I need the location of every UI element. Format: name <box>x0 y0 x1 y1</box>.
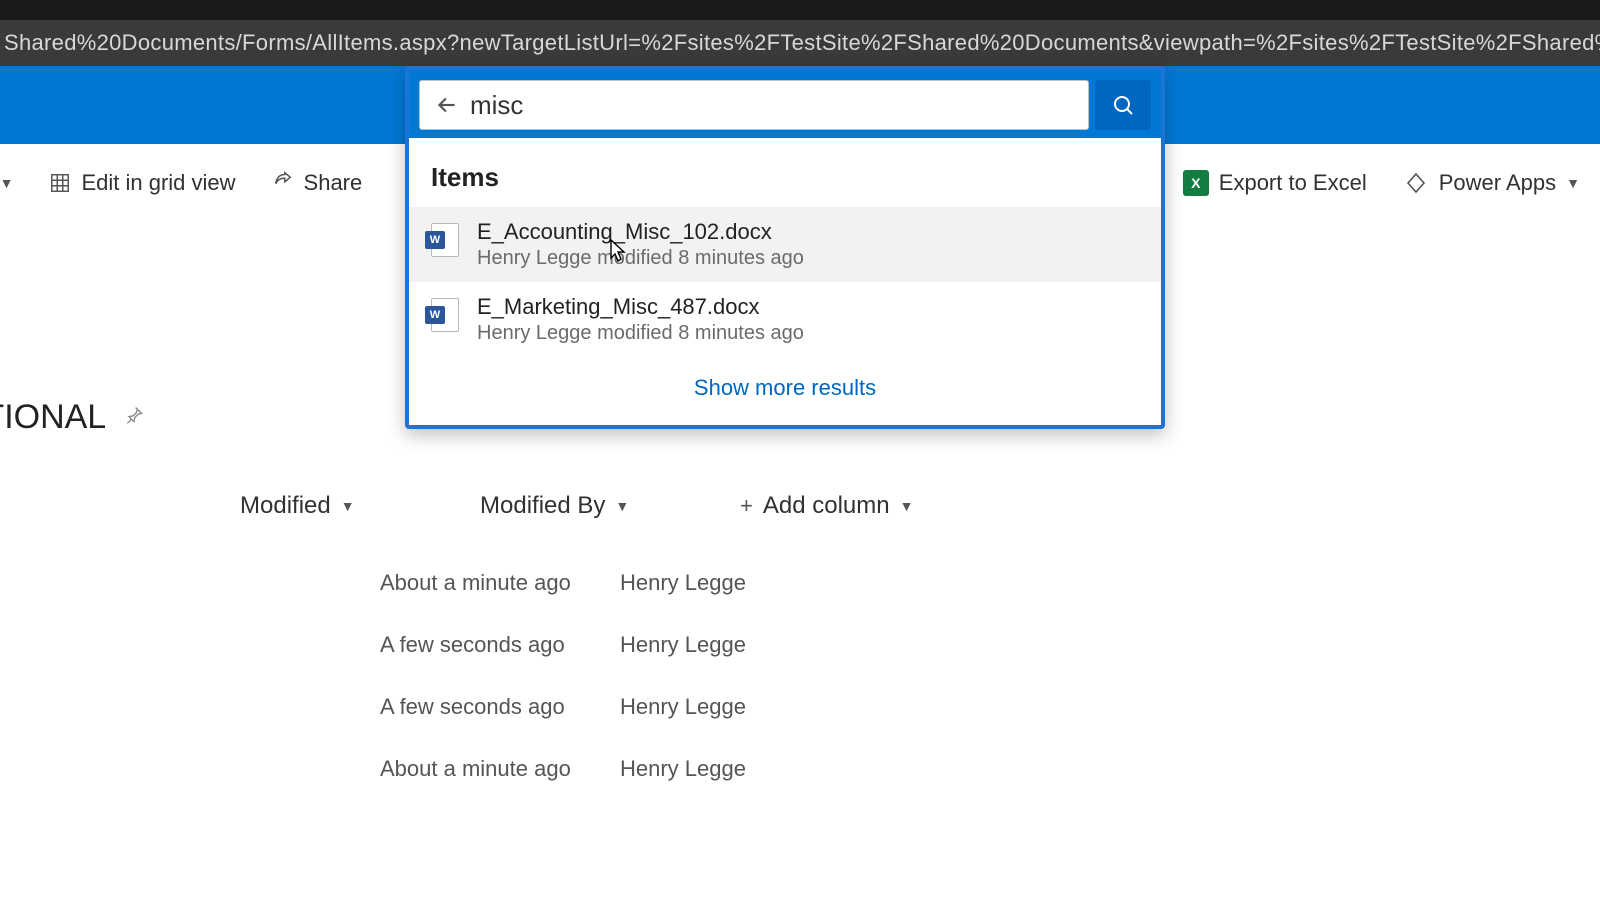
table-row[interactable]: A few seconds ago Henry Legge <box>0 676 1600 738</box>
result-title: E_Marketing_Misc_487.docx <box>477 294 804 320</box>
share-label: Share <box>304 170 363 196</box>
library-title-text: nses - TRADITIONAL <box>0 398 106 437</box>
row-modified-by: Henry Legge <box>620 756 880 782</box>
chevron-down-icon: ▼ <box>615 498 629 514</box>
chevron-down-icon: ▼ <box>1566 175 1580 191</box>
browser-tab-strip <box>0 0 1600 20</box>
pin-icon[interactable] <box>124 405 144 431</box>
search-input-container <box>419 80 1089 130</box>
edit-grid-view-button[interactable]: Edit in grid view <box>49 170 235 196</box>
search-submit-button[interactable] <box>1095 80 1151 130</box>
add-column-label: Add column <box>763 492 890 520</box>
row-modified-by: Henry Legge <box>620 570 880 596</box>
row-modified: About a minute ago <box>380 756 620 782</box>
upload-button[interactable]: load ▼ <box>0 170 13 196</box>
row-name <box>0 694 140 720</box>
share-button[interactable]: Share <box>272 169 363 197</box>
search-result-item[interactable]: W E_Marketing_Misc_487.docx Henry Legge … <box>409 282 1161 357</box>
result-subtitle: Henry Legge modified 8 minutes ago <box>477 322 804 345</box>
results-heading: Items <box>409 156 1161 207</box>
url-text: Shared%20Documents/Forms/AllItems.aspx?n… <box>4 30 1600 55</box>
row-name: g <box>0 570 140 596</box>
add-column-button[interactable]: + Add column ▼ <box>740 492 1000 520</box>
row-modified: A few seconds ago <box>380 632 620 658</box>
export-excel-label: Export to Excel <box>1219 170 1367 196</box>
row-modified-by: Henry Legge <box>620 632 880 658</box>
search-back-button[interactable] <box>430 88 464 122</box>
search-suggestions-panel: Items W E_Accounting_Misc_102.docx Henry… <box>405 66 1165 429</box>
column-modified-by-label: Modified By <box>480 492 605 520</box>
plus-icon: + <box>740 493 753 519</box>
result-title: E_Accounting_Misc_102.docx <box>477 219 804 245</box>
row-name <box>0 756 140 782</box>
search-results: Items W E_Accounting_Misc_102.docx Henry… <box>409 138 1161 425</box>
search-result-item[interactable]: W E_Accounting_Misc_102.docx Henry Legge… <box>409 207 1161 282</box>
library-title: nses - TRADITIONAL <box>0 398 144 437</box>
power-apps-icon <box>1403 170 1429 196</box>
table-row[interactable]: About a minute ago Henry Legge <box>0 738 1600 800</box>
grid-icon <box>49 172 71 194</box>
search-bar <box>409 70 1161 138</box>
edit-grid-label: Edit in grid view <box>81 170 235 196</box>
result-subtitle: Henry Legge modified 8 minutes ago <box>477 247 804 270</box>
column-modified[interactable]: Modified ▼ <box>240 492 480 520</box>
search-input[interactable] <box>464 90 1078 121</box>
document-rows: g About a minute ago Henry Legge A few s… <box>0 552 1600 800</box>
browser-url-bar[interactable]: Shared%20Documents/Forms/AllItems.aspx?n… <box>0 20 1600 66</box>
word-doc-icon: W <box>431 298 459 332</box>
row-modified-by: Henry Legge <box>620 694 880 720</box>
chevron-down-icon: ▼ <box>0 175 13 191</box>
row-modified: A few seconds ago <box>380 694 620 720</box>
row-modified: About a minute ago <box>380 570 620 596</box>
power-apps-button[interactable]: Power Apps ▼ <box>1403 170 1580 196</box>
column-modified-label: Modified <box>240 492 331 520</box>
chevron-down-icon: ▼ <box>341 498 355 514</box>
table-row[interactable]: A few seconds ago Henry Legge <box>0 614 1600 676</box>
show-more-results[interactable]: Show more results <box>409 357 1161 407</box>
power-apps-label: Power Apps <box>1439 170 1556 196</box>
column-modified-by[interactable]: Modified By ▼ <box>480 492 740 520</box>
excel-icon: X <box>1183 170 1209 196</box>
export-excel-button[interactable]: X Export to Excel <box>1183 170 1367 196</box>
table-row[interactable]: g About a minute ago Henry Legge <box>0 552 1600 614</box>
chevron-down-icon: ▼ <box>900 498 914 514</box>
row-name <box>0 632 140 658</box>
share-icon <box>272 169 294 197</box>
word-doc-icon: W <box>431 223 459 257</box>
column-headers: Modified ▼ Modified By ▼ + Add column ▼ <box>0 492 1600 520</box>
